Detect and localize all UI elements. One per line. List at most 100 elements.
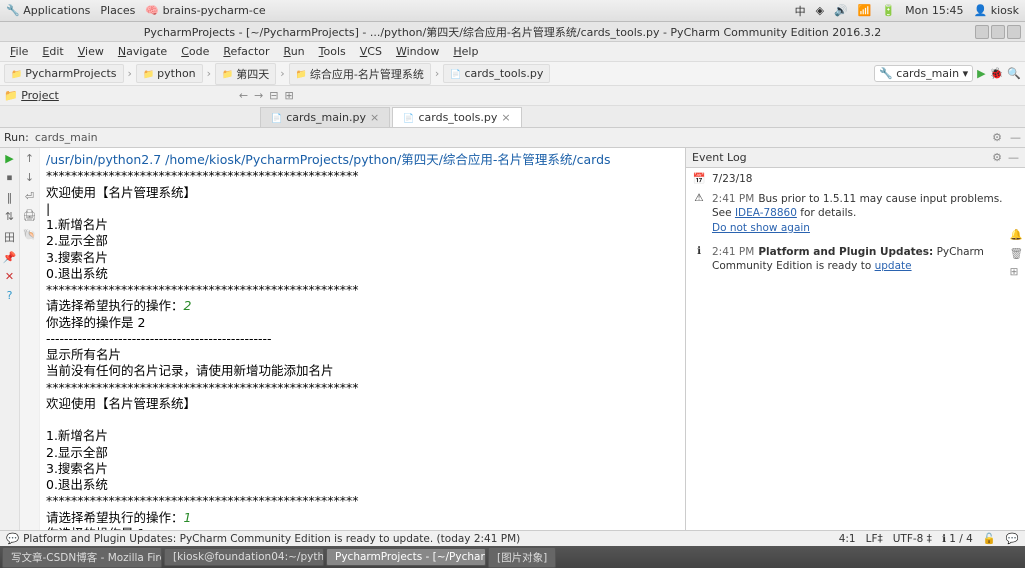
window-close-button[interactable] [1007, 25, 1021, 39]
pin-icon[interactable]: 📌 [3, 251, 17, 264]
print-icon[interactable]: 🖨 [23, 209, 37, 222]
event-log-title[interactable]: Event Log [692, 151, 747, 164]
minimize-icon[interactable]: — [1010, 131, 1021, 144]
folder-icon [296, 67, 307, 80]
editor-tabs: cards_main.py ×cards_tools.py × [0, 106, 1025, 128]
nav-up-icon[interactable]: ⊟ [269, 89, 278, 102]
menu-edit[interactable]: Edit [36, 43, 69, 60]
status-icon: 💬 [6, 532, 19, 545]
minimize-icon[interactable]: — [1008, 151, 1019, 164]
breadcrumb-item[interactable]: 第四天 [215, 63, 276, 85]
console-line: 请选择希望执行的操作：2 [46, 298, 679, 314]
frames-icon[interactable]: ⇅ [5, 210, 14, 223]
console-line: ****************************************… [46, 380, 679, 396]
trash-icon[interactable]: 🗑 [1010, 247, 1023, 260]
editor-tab[interactable]: cards_main.py × [260, 107, 390, 127]
breadcrumb-item[interactable]: cards_tools.py [443, 64, 550, 83]
console-line: 0.退出系统 [46, 477, 679, 493]
gear-icon[interactable]: ⚙ [992, 151, 1002, 164]
project-tab[interactable]: 📁 Project [4, 89, 59, 102]
nav-fwd-icon[interactable]: → [254, 89, 263, 102]
taskbar-button[interactable]: [kiosk@foundation04:~/python... [164, 548, 324, 566]
up-icon[interactable]: ↑ [25, 152, 34, 165]
menu-window[interactable]: Window [390, 43, 445, 60]
issue-link[interactable]: IDEA-78860 [735, 207, 797, 219]
battery-icon[interactable]: 🔋 [881, 4, 895, 17]
console-line: 2.显示全部 [46, 445, 679, 461]
folder-icon [11, 67, 22, 80]
console-line: ****************************************… [46, 493, 679, 509]
update-link[interactable]: update [875, 260, 912, 272]
close-icon[interactable]: × [501, 111, 510, 124]
console-line: 1.新增名片 [46, 428, 679, 444]
project-tool-bar: 📁 Project ← → ⊟ ⊞ [0, 86, 1025, 106]
info-icon: ℹ [692, 245, 706, 273]
down-icon[interactable]: ↓ [25, 171, 34, 184]
breadcrumb-item[interactable]: PycharmProjects [4, 64, 124, 83]
debug-button[interactable]: 🐞 [990, 67, 1004, 80]
search-button[interactable]: 🔍 [1007, 67, 1021, 80]
menu-refactor[interactable]: Refactor [217, 43, 275, 60]
breadcrumb: PycharmProjects python 第四天综合应用-名片管理系统 cards… [4, 63, 550, 85]
lock-icon[interactable]: 🔓 [983, 532, 996, 545]
run-panel-label[interactable]: Run: [4, 131, 29, 144]
status-message[interactable]: Platform and Plugin Updates: PyCharm Com… [23, 533, 520, 545]
taskbar-button[interactable]: 写文章-CSDN博客 - Mozilla Firef... [2, 547, 162, 568]
match-count[interactable]: ℹ 1 / 4 [942, 533, 973, 545]
close-x-icon[interactable]: ✕ [5, 270, 14, 283]
clear-icon[interactable]: 🐚 [23, 228, 37, 241]
window-min-button[interactable] [975, 25, 989, 39]
menu-help[interactable]: Help [447, 43, 484, 60]
console-line: 0.退出系统 [46, 266, 679, 282]
menu-navigate[interactable]: Navigate [112, 43, 173, 60]
bell-icon[interactable]: 🔔 [1010, 228, 1023, 241]
cursor-position[interactable]: 4:1 [839, 533, 856, 545]
nav-back-icon[interactable]: ← [239, 89, 248, 102]
run-button[interactable]: ▶ [977, 67, 985, 80]
places-menu[interactable]: Places [100, 4, 135, 17]
console-line: 你选择的操作是 2 [46, 315, 679, 331]
app-launcher[interactable]: 🧠 brains-pycharm-ce [145, 4, 265, 17]
line-sep[interactable]: LF‡ [866, 533, 883, 545]
menu-view[interactable]: View [72, 43, 110, 60]
run-panel-target: cards_main [35, 131, 98, 144]
apps-menu[interactable]: 🔧 Applications [6, 4, 90, 17]
window-max-button[interactable] [991, 25, 1005, 39]
menu-file[interactable]: File [4, 43, 34, 60]
taskbar-button[interactable]: [图片对象] [488, 547, 556, 568]
pause-icon[interactable]: ‖ [7, 191, 13, 204]
layout-icon[interactable]: 田 [4, 229, 15, 245]
user-menu[interactable]: 👤 kiosk [974, 4, 1019, 17]
taskbar-button[interactable]: PycharmProjects - [~/PycharmP... [326, 548, 486, 566]
rerun-icon[interactable]: ▶ [5, 152, 13, 165]
breadcrumb-item[interactable]: 综合应用-名片管理系统 [289, 63, 431, 85]
run-console[interactable]: /usr/bin/python2.7 /home/kiosk/PycharmPr… [40, 148, 685, 530]
console-line: 欢迎使用【名片管理系统】 [46, 185, 679, 201]
gear-icon[interactable]: ⚙ [992, 131, 1002, 144]
run-config-selector[interactable]: 🔧 cards_main ▾ [874, 65, 973, 82]
breadcrumb-item[interactable]: python [136, 64, 203, 83]
run-panel-header: Run: cards_main ⚙ — [0, 128, 1025, 148]
dontshow-link[interactable]: Do not show again [712, 222, 810, 234]
help-icon[interactable]: ? [7, 289, 13, 302]
volume-icon[interactable]: 🔊 [834, 4, 848, 17]
nav-sel-icon[interactable]: ⊞ [285, 89, 294, 102]
clock[interactable]: Mon 15:45 [905, 4, 963, 17]
editor-tab[interactable]: cards_tools.py × [392, 107, 521, 127]
close-icon[interactable]: × [370, 111, 379, 124]
stop-icon[interactable]: ⏹ [7, 171, 13, 185]
window-titlebar: PycharmProjects - [~/PycharmProjects] - … [0, 22, 1025, 42]
console-line: 欢迎使用【名片管理系统】 [46, 396, 679, 412]
network-icon[interactable]: ◈ [816, 4, 824, 17]
menu-tools[interactable]: Tools [313, 43, 352, 60]
wrap-icon[interactable]: ⏎ [25, 190, 34, 203]
encoding[interactable]: UTF-8 ‡ [893, 533, 932, 545]
console-line: 你选择的操作是 1 [46, 526, 679, 530]
lang-icon[interactable]: 中 [795, 3, 806, 19]
wifi-icon[interactable]: 📶 [858, 4, 872, 17]
notif-icon[interactable]: 💬 [1006, 532, 1019, 545]
menu-run[interactable]: Run [278, 43, 311, 60]
expand-icon[interactable]: ⊞ [1010, 266, 1023, 278]
menu-vcs[interactable]: VCS [354, 43, 388, 60]
menu-code[interactable]: Code [175, 43, 215, 60]
